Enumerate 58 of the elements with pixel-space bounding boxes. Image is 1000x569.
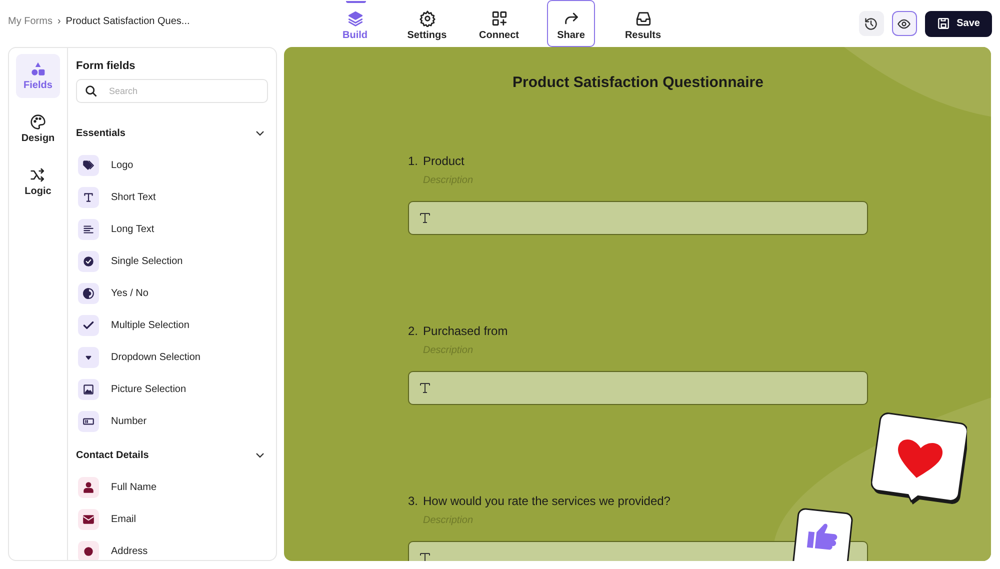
section-title: Essentials (76, 128, 126, 138)
person-icon (82, 480, 95, 494)
toggle-icon (82, 286, 95, 300)
field-type-item[interactable]: Short Text (78, 181, 268, 213)
grid-plus-icon (490, 10, 508, 26)
field-type-item[interactable]: Email (78, 503, 268, 535)
picture-icon (82, 382, 95, 396)
sidebar-tab[interactable]: Design (16, 107, 60, 151)
panel-title: Form fields (76, 60, 136, 72)
field-type-item[interactable]: Long Text (78, 213, 268, 245)
field-type-item[interactable]: Single Selection (78, 245, 268, 277)
pin-icon (82, 544, 95, 558)
search-field[interactable]: Search (76, 79, 268, 103)
settings-icon (418, 10, 436, 26)
palette-icon (30, 114, 46, 130)
shapes-icon (30, 61, 46, 77)
text-type-icon (419, 382, 431, 394)
breadcrumb-current: Product Satisfaction Ques... (66, 16, 190, 27)
breadcrumb-separator: › (57, 16, 61, 27)
question-title: 2. Purchased from (408, 324, 509, 338)
save-icon (936, 17, 950, 30)
inbox-icon (634, 10, 652, 26)
breadcrumb-link[interactable]: My Forms (8, 16, 52, 27)
form-title: Product Satisfaction Questionnaire (512, 74, 764, 91)
text-type-icon (419, 552, 431, 561)
question-title: 1. Product (408, 154, 466, 168)
history-button[interactable] (858, 11, 884, 36)
save-button[interactable]: Save (924, 10, 992, 36)
text-icon (82, 190, 95, 204)
field-type-item[interactable]: Logo (78, 149, 268, 181)
eye-icon (897, 16, 912, 30)
answer-field[interactable] (408, 201, 868, 235)
field-type-item[interactable]: Dropdown Selection (78, 341, 268, 373)
nav-tab[interactable]: Results (607, 0, 679, 47)
sidebar-tab[interactable]: Fields (16, 54, 60, 98)
field-type-item[interactable]: Yes / No (78, 277, 268, 309)
field-type-item[interactable]: Multiple Selection (78, 309, 268, 341)
lines-icon (82, 222, 95, 236)
tags-icon (82, 158, 95, 172)
nav-tab[interactable]: Build (319, 0, 391, 47)
question-title: 3. How would you rate the services we provided? (408, 494, 672, 508)
field-type-item[interactable]: Number (78, 405, 268, 437)
nav-tab[interactable]: Connect (463, 0, 535, 47)
shuffle-icon (30, 167, 46, 183)
field-type-item[interactable]: Picture Selection (78, 373, 268, 405)
text-type-icon (419, 212, 431, 224)
history-icon (864, 16, 878, 30)
field-type-item[interactable]: Full Name (78, 471, 268, 503)
mail-icon (82, 512, 95, 526)
radio-icon (82, 254, 95, 268)
section-title: Contact Details (76, 450, 149, 460)
layers-icon (346, 10, 364, 26)
nav-tab[interactable]: Settings (391, 0, 463, 47)
check-icon (82, 318, 95, 332)
sidebar-tab[interactable]: Logic (16, 160, 60, 204)
answer-field[interactable] (408, 371, 868, 405)
preview-button[interactable] (892, 11, 917, 36)
field-type-item[interactable]: Address (78, 535, 268, 560)
